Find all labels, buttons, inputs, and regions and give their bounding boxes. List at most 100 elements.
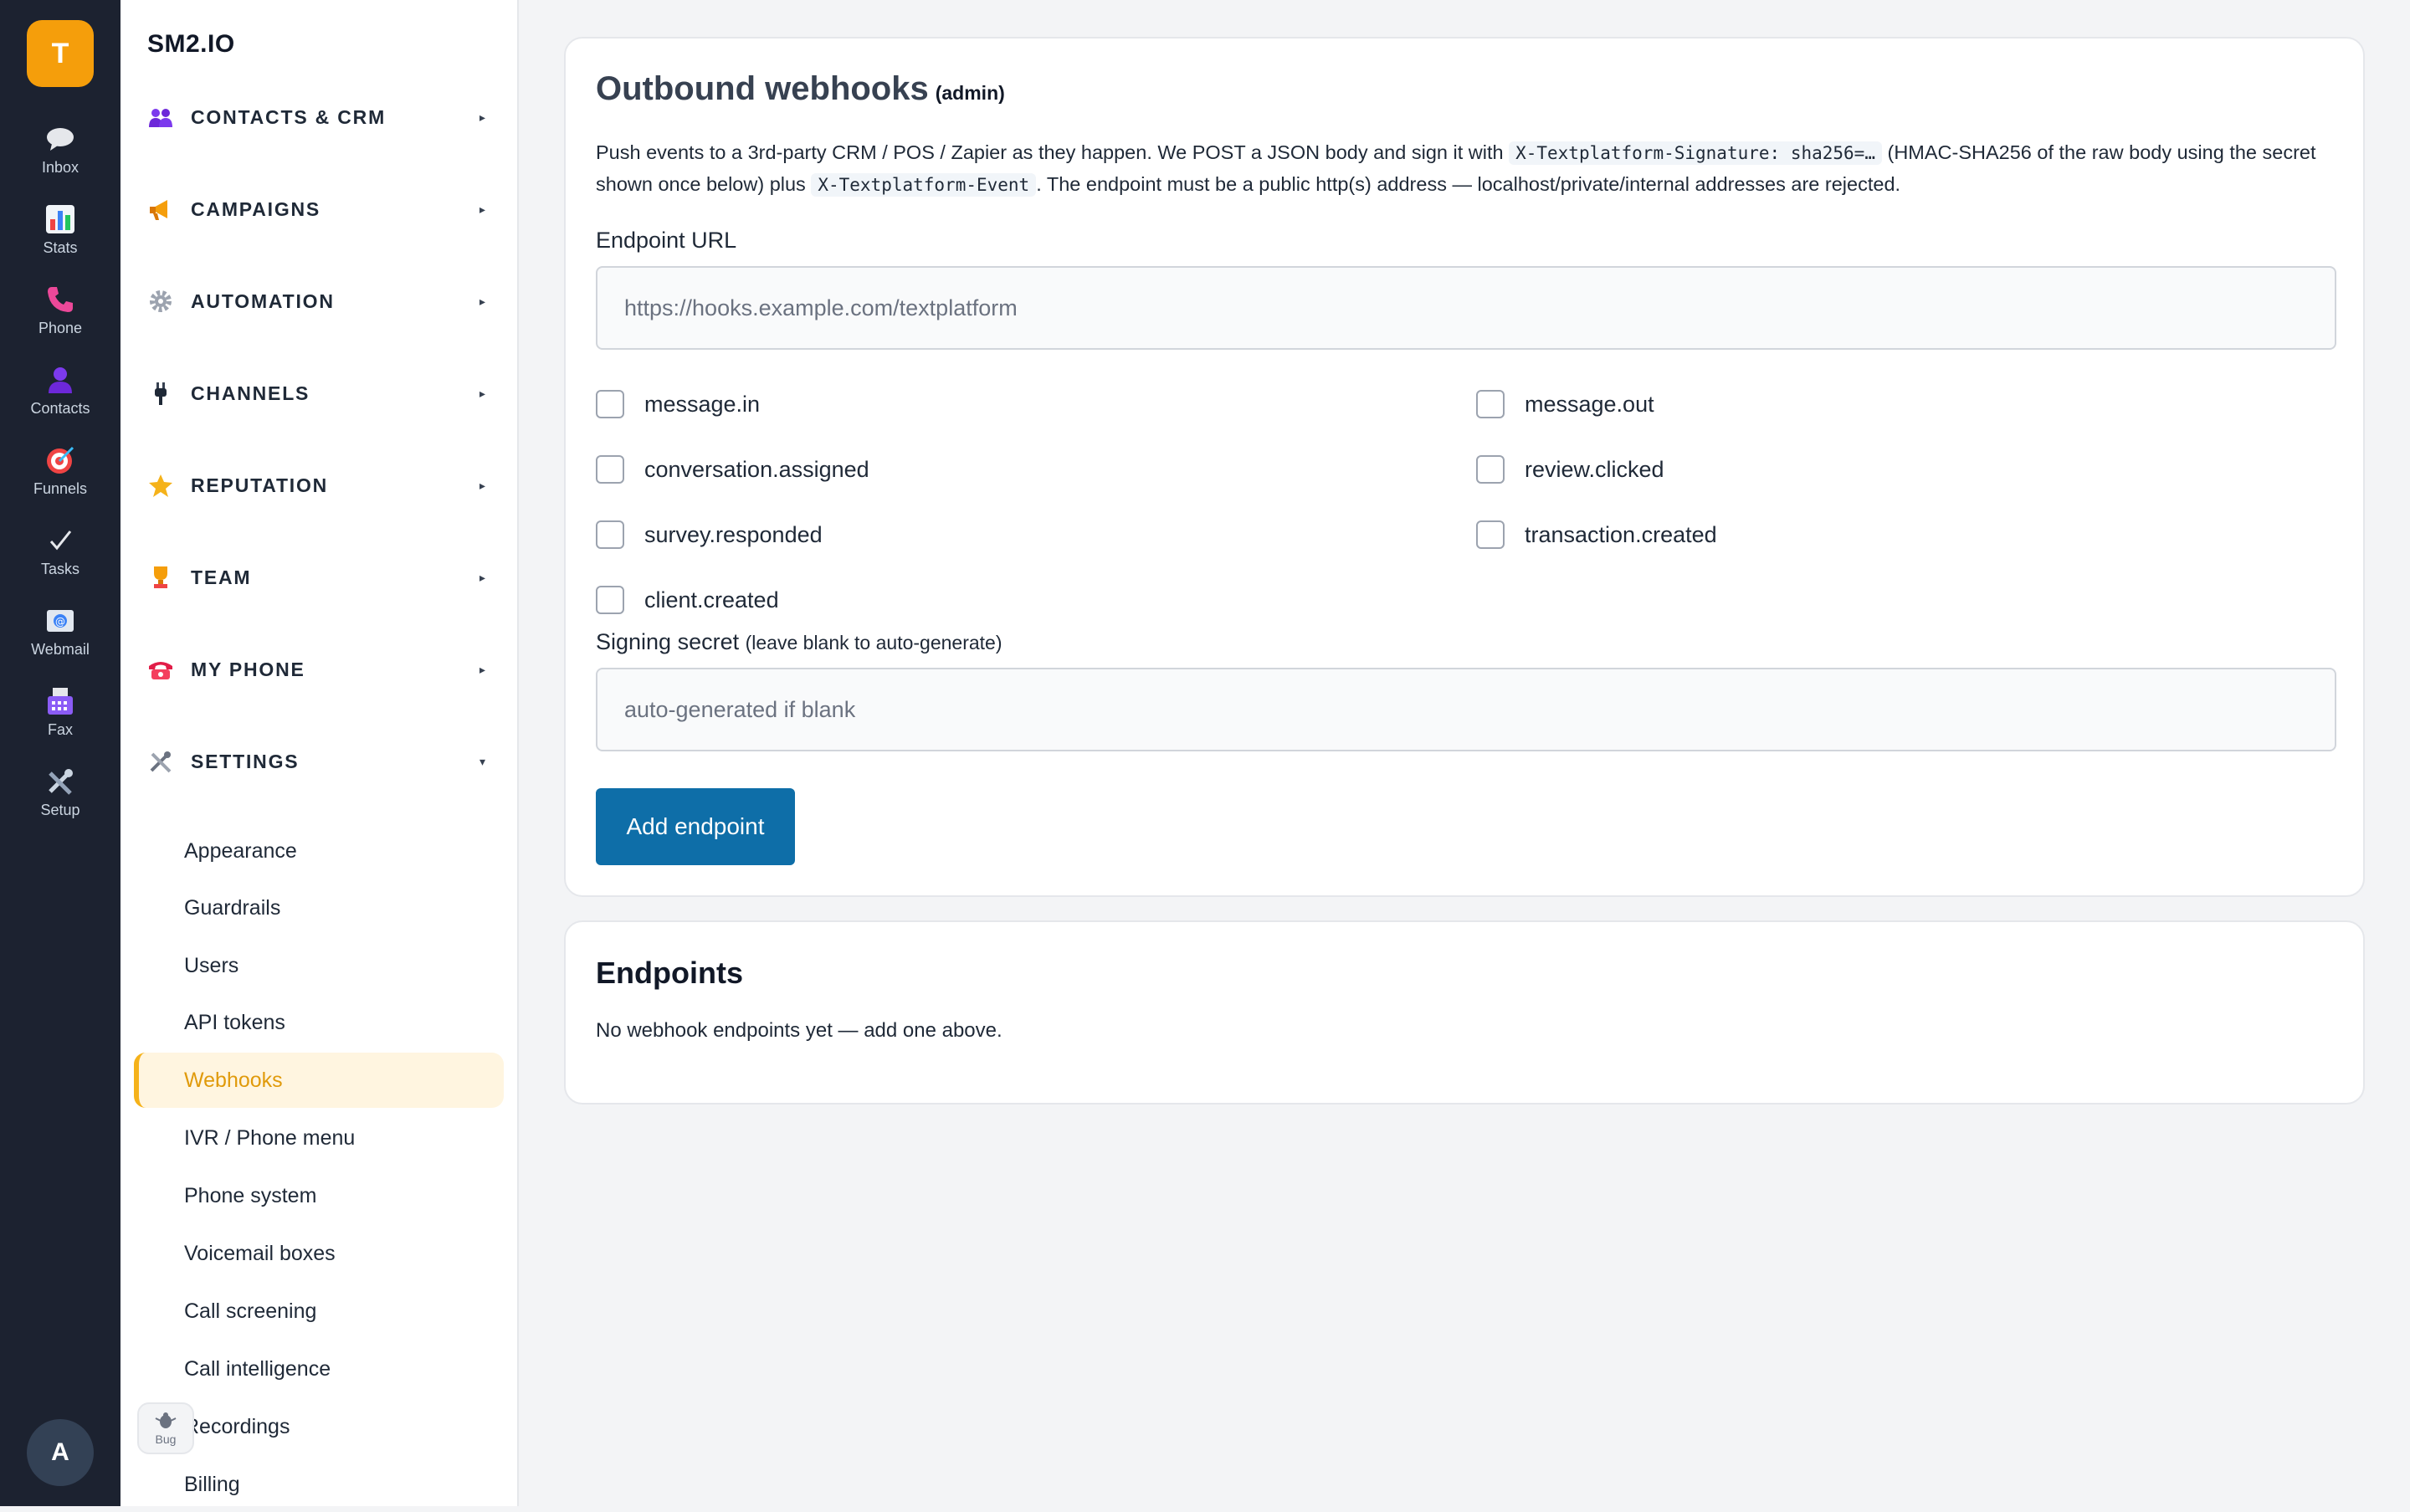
- rail-label: Funnels: [33, 480, 88, 497]
- nav-section-contacts-crm[interactable]: CONTACTS & CRM ▸: [146, 92, 497, 142]
- sidebar-item-phone-system[interactable]: Phone system: [134, 1168, 504, 1223]
- sidebar-item-api-tokens[interactable]: API tokens: [134, 995, 504, 1050]
- endpoints-empty-state: No webhook endpoints yet — add one above…: [596, 1019, 1002, 1042]
- caret-right-icon: ▸: [479, 110, 485, 124]
- rail-item-fax[interactable]: Fax: [0, 684, 120, 751]
- signing-secret-label: Signing secret (leave blank to auto-gene…: [596, 629, 1002, 655]
- event-header-code: X-Textplatform-Event: [811, 173, 1037, 197]
- sidebar-item-ivr-phone-menu[interactable]: IVR / Phone menu: [134, 1110, 504, 1166]
- event-checkbox-transaction-created[interactable]: transaction.created: [1476, 515, 1717, 554]
- event-checkbox-review-clicked[interactable]: review.clicked: [1476, 450, 1664, 489]
- person-icon: [44, 363, 77, 397]
- rail-label: Phone: [38, 320, 83, 336]
- add-endpoint-button[interactable]: Add endpoint: [596, 788, 795, 865]
- endpoints-card: Endpoints No webhook endpoints yet — add…: [564, 920, 2365, 1105]
- caret-right-icon: ▸: [479, 294, 485, 308]
- endpoint-url-input[interactable]: [596, 266, 2336, 350]
- svg-text:@: @: [55, 616, 65, 628]
- endpoints-title: Endpoints: [596, 956, 743, 990]
- signing-secret-hint: (leave blank to auto-generate): [745, 632, 1002, 653]
- bug-report-button[interactable]: Bug: [137, 1402, 194, 1454]
- checkbox[interactable]: [596, 520, 624, 549]
- nav-section-label: CONTACTS & CRM: [191, 105, 387, 128]
- chat-bubble-icon: [44, 122, 77, 156]
- trophy-icon: [146, 562, 176, 592]
- nav-section-label: REPUTATION: [191, 474, 329, 496]
- event-label: survey.responded: [644, 521, 823, 547]
- rail-item-stats[interactable]: Stats: [0, 202, 120, 269]
- event-label: transaction.created: [1525, 521, 1717, 547]
- sidebar-item-users[interactable]: Users: [134, 938, 504, 993]
- sidebar-item-call-intelligence[interactable]: Call intelligence: [134, 1341, 504, 1397]
- sidebar-item-call-screening[interactable]: Call screening: [134, 1284, 504, 1339]
- rail-item-setup[interactable]: Setup: [0, 765, 120, 832]
- checkbox[interactable]: [1476, 520, 1505, 549]
- checkbox[interactable]: [596, 390, 624, 418]
- workspace-logo[interactable]: T: [27, 20, 94, 87]
- event-checkbox-survey-responded[interactable]: survey.responded: [596, 515, 823, 554]
- rail-item-phone[interactable]: Phone: [0, 283, 120, 350]
- target-icon: [44, 443, 77, 477]
- event-label: message.out: [1525, 391, 1654, 417]
- rail-item-inbox[interactable]: Inbox: [0, 122, 120, 189]
- checkbox[interactable]: [596, 586, 624, 614]
- nav-section-label: CHANNELS: [191, 382, 310, 404]
- checkbox[interactable]: [1476, 390, 1505, 418]
- plug-icon: [146, 378, 176, 408]
- user-avatar[interactable]: A: [27, 1419, 94, 1486]
- gear-icon: [146, 286, 176, 316]
- page-title-text: Outbound webhooks: [596, 70, 929, 107]
- nav-section-label: CAMPAIGNS: [191, 197, 321, 220]
- outbound-webhooks-card: Outbound webhooks (admin) Push events to …: [564, 37, 2365, 897]
- nav-section-my-phone[interactable]: MY PHONE ▸: [146, 644, 497, 694]
- megaphone-icon: [146, 194, 176, 224]
- sidebar-item-guardrails[interactable]: Guardrails: [134, 880, 504, 935]
- checkmark-icon: [44, 524, 77, 557]
- rail-label: Stats: [43, 239, 78, 256]
- sidebar-item-webhooks[interactable]: Webhooks: [134, 1053, 504, 1108]
- nav-section-campaigns[interactable]: CAMPAIGNS ▸: [146, 184, 497, 234]
- rail-label: Tasks: [40, 561, 79, 577]
- webhooks-description: Push events to a 3rd-party CRM / POS / Z…: [596, 137, 2336, 201]
- nav-section-label: TEAM: [191, 566, 252, 588]
- nav-section-team[interactable]: TEAM ▸: [146, 552, 497, 602]
- nav-section-automation[interactable]: AUTOMATION ▸: [146, 276, 497, 326]
- signing-secret-label-text: Signing secret: [596, 629, 740, 654]
- rail-label: Setup: [40, 802, 80, 818]
- nav-section-settings[interactable]: SETTINGS ▾: [146, 736, 497, 787]
- bug-label: Bug: [155, 1432, 177, 1446]
- bar-chart-icon: [44, 202, 77, 236]
- event-label: message.in: [644, 391, 761, 417]
- rail-item-tasks[interactable]: Tasks: [0, 524, 120, 591]
- caret-right-icon: ▸: [479, 386, 485, 400]
- tools-icon: [44, 765, 77, 798]
- star-icon: [146, 470, 176, 500]
- tools-icon: [146, 746, 176, 777]
- sidebar: SM2.IO CONTACTS & CRM ▸ CAMPAIGNS ▸ AUTO…: [120, 0, 519, 1506]
- checkbox[interactable]: [1476, 455, 1505, 484]
- nav-section-label: SETTINGS: [191, 750, 300, 772]
- rail-label: Inbox: [41, 159, 79, 176]
- event-checkbox-conversation-assigned[interactable]: conversation.assigned: [596, 450, 869, 489]
- caret-right-icon: ▸: [479, 570, 485, 584]
- nav-section-label: MY PHONE: [191, 658, 305, 680]
- event-checkbox-message-out[interactable]: message.out: [1476, 385, 1654, 423]
- nav-section-channels[interactable]: CHANNELS ▸: [146, 368, 497, 418]
- endpoint-url-label: Endpoint URL: [596, 228, 737, 253]
- bug-icon: [153, 1412, 178, 1433]
- event-checkbox-message-in[interactable]: message.in: [596, 385, 760, 423]
- checkbox[interactable]: [596, 455, 624, 484]
- event-checkbox-client-created[interactable]: client.created: [596, 581, 779, 619]
- brand-name: SM2.IO: [147, 30, 235, 58]
- page-title: Outbound webhooks (admin): [596, 70, 1005, 108]
- signing-secret-input[interactable]: [596, 668, 2336, 751]
- sidebar-item-billing[interactable]: Billing: [134, 1457, 504, 1512]
- rail-label: Contacts: [30, 400, 90, 417]
- rail-item-webmail[interactable]: @ Webmail: [0, 604, 120, 671]
- rail-item-contacts[interactable]: Contacts: [0, 363, 120, 430]
- admin-badge: (admin): [935, 82, 1005, 104]
- rail-item-funnels[interactable]: Funnels: [0, 443, 120, 510]
- sidebar-item-appearance[interactable]: Appearance: [134, 823, 504, 879]
- nav-section-reputation[interactable]: REPUTATION ▸: [146, 460, 497, 510]
- sidebar-item-voicemail-boxes[interactable]: Voicemail boxes: [134, 1226, 504, 1281]
